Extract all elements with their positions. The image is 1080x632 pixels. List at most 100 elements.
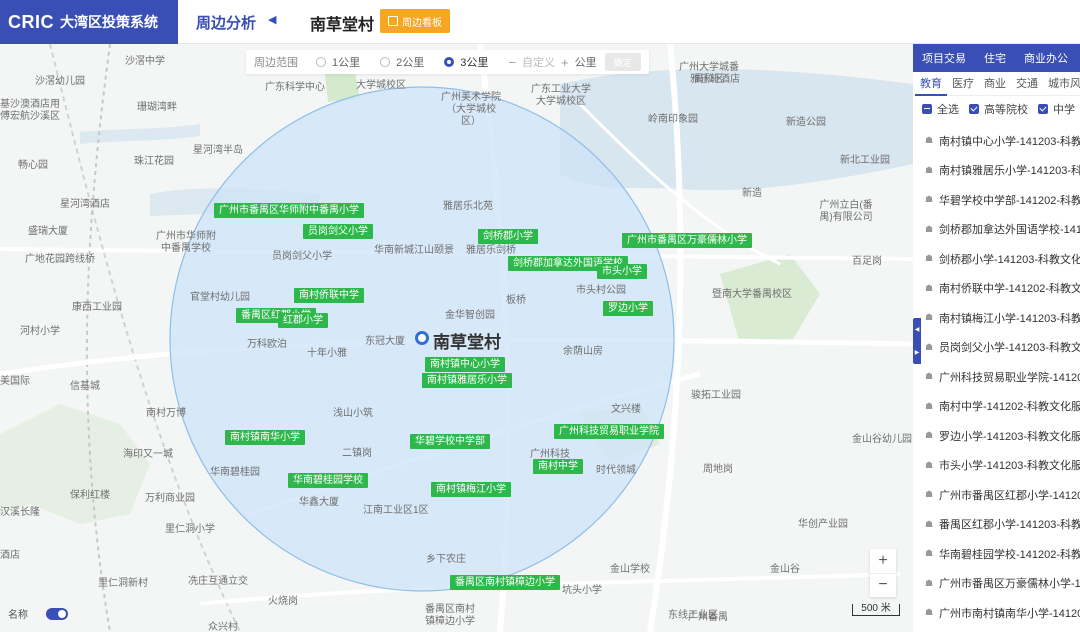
map-label: 火烧岗 [268,596,298,607]
map-label: 番禺区南村镇樟边小学 [425,604,475,627]
school-marker[interactable]: 南村镇梅江小学 [431,482,511,497]
map-label: 沙滘幼儿园 [35,76,85,87]
range-option-2km[interactable]: 2公里 [380,54,424,70]
school-icon: ☗ [925,489,934,500]
list-item[interactable]: ☗ 剑桥郡小学-141203-科教文化服 [913,244,1080,274]
map-label: 市头村公园 [576,285,626,296]
school-marker[interactable]: 南村侨联中学 [294,288,364,303]
range-option-3km[interactable]: 3公里 [444,54,488,70]
map-label: 酒店 [0,550,20,561]
radio-icon [380,57,391,67]
map-label: 珠江花园 [134,156,174,167]
map-label: 新造公园 [786,117,826,128]
zoom-control: + − [870,549,896,597]
collapse-right-icon: ▶ [914,350,920,356]
map-canvas[interactable]: 周边范围 1公里 2公里 3公里 − 自定义 + 公里 确定 沙滘中学 沙滘幼儿… [0,44,913,632]
app-logo[interactable]: CRIC 大湾区投策系统 [0,0,178,44]
school-marker[interactable]: 南村镇南华小学 [225,430,305,445]
map-label: 东冠大厦 [365,336,405,347]
zoom-in-button[interactable]: + [870,549,896,573]
map-label: 畅心园 [18,160,48,171]
list-item[interactable]: ☗ 南村镇梅江小学-141203-科教文 [913,303,1080,333]
school-marker[interactable]: 广州市番禺区华师附中番禺小学 [214,203,364,218]
school-icon: ☗ [925,430,934,441]
map-label: 十年小雅 [307,348,347,359]
school-marker[interactable]: 南村镇雅居乐小学 [422,373,512,388]
tab-residential[interactable]: 住宅 [975,50,1015,66]
scale-bar: 500 米 [852,604,900,616]
location-pin-icon[interactable] [415,331,429,345]
poi-panel: 项目交易 住宅 商业办公 教育 医疗 商业 交通 城市风 全选 高等院校 中学 … [913,44,1080,632]
increase-button[interactable]: + [561,55,569,70]
checkbox-partial-icon [922,104,932,114]
map-label: 盛瑞大厦 [28,226,68,237]
list-item[interactable]: ☗ 华南碧桂园学校-141202-科教文 [913,539,1080,569]
confirm-range-button[interactable]: 确定 [604,53,641,71]
list-item[interactable]: ☗ 广州市番禺区万豪儒林小学-14 [913,569,1080,599]
university-checkbox[interactable]: 高等院校 [969,101,1028,117]
map-label: 基沙澳酒店用 [0,99,60,110]
select-all-checkbox[interactable]: 全选 [922,101,959,117]
map-label: 美国际 [0,376,30,387]
list-item[interactable]: ☗ 南村中学-141202-科教文化服务 [913,392,1080,422]
tab-commercial-office[interactable]: 商业办公 [1015,50,1077,66]
tab-project-transaction[interactable]: 项目交易 [913,50,975,66]
school-marker[interactable]: 剑桥郡小学 [478,229,538,244]
list-item[interactable]: ☗ 南村侨联中学-141202-科教文化 [913,274,1080,304]
school-marker[interactable]: 广州市番禺区万豪儒林小学 [622,233,752,248]
tab-business[interactable]: 商业 [979,72,1011,96]
school-icon: ☗ [925,607,934,618]
school-icon: ☗ [925,371,934,382]
list-item[interactable]: ☗ 华碧学校中学部-141202-科教文 [913,185,1080,215]
map-label: 浅山小筑 [333,408,373,419]
list-item[interactable]: ☗南村镇中心小学-141203-科教文化 [913,126,1080,156]
map-label: 金山谷 [770,564,800,575]
name-toggle-switch[interactable] [46,607,68,620]
zoom-out-button[interactable]: − [870,572,896,598]
surrounding-dashboard-button[interactable]: 周边看板 [380,9,450,33]
school-icon: ☗ [925,341,934,352]
map-label: 保利红楼 [70,490,110,501]
list-item[interactable]: ☗ 广州科技贸易职业学院-14120 [913,362,1080,392]
name-toggle: 名称 [8,606,68,621]
school-marker[interactable]: 番禺区南村镇樟边小学 [450,575,560,590]
list-item[interactable]: ☗ 南村镇雅居乐小学-141203-科教 [913,156,1080,186]
decrease-button[interactable]: − [508,55,516,70]
school-marker[interactable]: 南村中学 [533,459,583,474]
list-item[interactable]: ☗ 广州市番禺区红郡小学-14120 [913,480,1080,510]
school-marker[interactable]: 南村镇中心小学 [425,357,505,372]
school-marker[interactable]: 华南碧桂园学校 [288,473,368,488]
map-label: 华南碧桂园 [210,467,260,478]
brand-text: CRIC [8,11,54,32]
map-label: 骏拓工业园 [691,390,741,401]
panel-toggle-handle[interactable]: ◀ ▶ [913,318,921,364]
map-label: 大学城校区 [356,80,406,91]
school-marker[interactable]: 红郡小学 [278,313,328,328]
custom-range-input[interactable]: 自定义 [522,54,555,70]
school-marker[interactable]: 市头小学 [597,264,647,279]
middle-school-checkbox[interactable]: 中学 [1038,101,1075,117]
range-label: 周边范围 [254,57,298,69]
list-item[interactable]: ☗ 番禺区红郡小学-141203-科教文 [913,510,1080,540]
school-marker[interactable]: 华碧学校中学部 [410,434,490,449]
list-item[interactable]: ☗ 员岗剑父小学-141203-科教文化 [913,333,1080,363]
school-icon: ☗ [925,282,934,293]
school-marker[interactable]: 罗边小学 [603,301,653,316]
tab-city[interactable]: 城市风 [1043,72,1080,96]
dashboard-icon [388,16,398,26]
system-name: 大湾区投策系统 [60,14,158,30]
list-item[interactable]: ☗ 广州市南村镇南华小学-141203 [913,598,1080,628]
collapse-arrow-icon[interactable]: ◀ [268,13,276,26]
tab-transport[interactable]: 交通 [1011,72,1043,96]
range-option-1km[interactable]: 1公里 [316,54,360,70]
poi-list: ☗南村镇中心小学-141203-科教文化 ☗南村镇雅居乐小学-141203-科教… [913,122,1080,628]
tab-medical[interactable]: 医疗 [947,72,979,96]
list-item[interactable]: ☗ 罗边小学-141203-科教文化服务 [913,421,1080,451]
school-marker[interactable]: 广州科技贸易职业学院 [554,424,664,439]
tab-education[interactable]: 教育 [915,72,947,96]
list-item[interactable]: ☗ 剑桥郡加拿达外国语学校-1412 [913,215,1080,245]
list-item[interactable]: ☗ 市头小学-141203-科教文化服务 [913,451,1080,481]
radio-selected-icon [444,57,455,67]
school-marker[interactable]: 员岗剑父小学 [303,224,373,239]
map-label: 信基城 [70,381,100,392]
